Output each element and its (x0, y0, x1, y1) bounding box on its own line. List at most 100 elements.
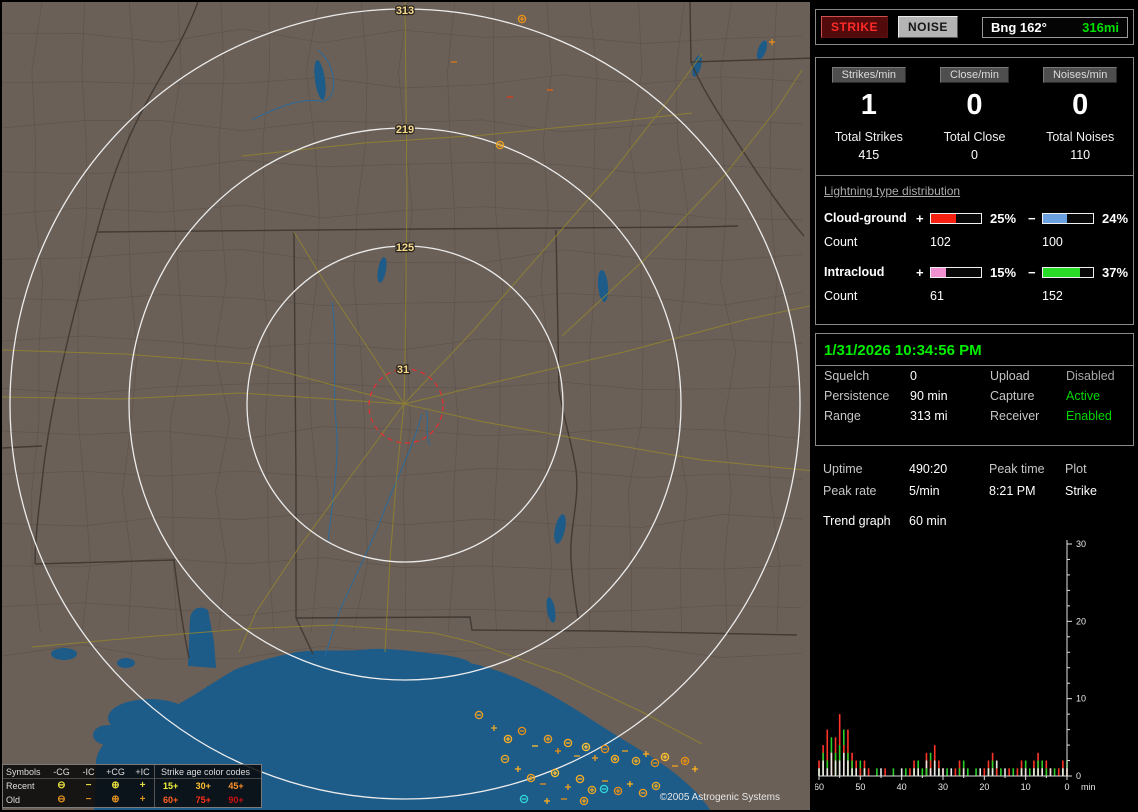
cg-positive-count: 102 (930, 235, 986, 249)
range-value: 313 mi (910, 409, 990, 423)
legend-old-label: Old (6, 795, 48, 805)
range-label: Range (824, 409, 910, 423)
trend-graph: 01020306050403020100min (815, 536, 1133, 804)
range-ring-label: 219 (396, 124, 414, 136)
legend-age-row-old: 60+ 75+ 90+ (155, 793, 261, 807)
legend-col-pos-ic: +IC (129, 767, 156, 777)
range-ring-label: 313 (396, 5, 414, 17)
legend-old-row: Old ⊖ − ⊕ + (3, 793, 154, 807)
total-close-value: 0 (922, 146, 1028, 164)
legend-age-title: Strike age color codes (155, 765, 261, 779)
map-panel: 313 219 125 31 Symbols -CG -IC +CG +IC R… (0, 0, 812, 812)
peak-time-label: Peak time (989, 462, 1065, 476)
plus-sign: + (916, 265, 930, 280)
noises-per-min-value: 0 (1027, 85, 1133, 125)
age-15: 15+ (163, 781, 196, 791)
receiver-value: Enabled (1066, 409, 1125, 423)
map-legend: Symbols -CG -IC +CG +IC Recent ⊖ − ⊕ + O… (2, 764, 262, 808)
strike-toggle-button[interactable]: STRIKE (821, 16, 888, 38)
svg-text:0: 0 (1076, 771, 1081, 781)
svg-text:30: 30 (938, 782, 948, 792)
legend-recent-label: Recent (6, 781, 48, 791)
svg-text:0: 0 (1064, 782, 1069, 792)
age-30: 30+ (196, 781, 229, 791)
uptime-value: 490:20 (909, 462, 989, 476)
total-close-label: Total Close (922, 129, 1028, 146)
noises-per-min-chip[interactable]: Noises/min (1043, 67, 1117, 83)
ic-negative-bar (1042, 267, 1094, 278)
legend-age-row-recent: 15+ 30+ 45+ (155, 779, 261, 793)
cg-positive-pct: 25% (986, 211, 1028, 226)
legend-symbols-title: Symbols (6, 767, 48, 777)
legend-col-neg-cg: -CG (48, 767, 75, 777)
plus-sign: + (916, 211, 930, 226)
noises-column: Noises/min 0 Total Noises 110 (1027, 65, 1133, 164)
bearing-label: Bng 162° (991, 20, 1047, 35)
close-per-min-chip[interactable]: Close/min (940, 67, 1009, 83)
pos-ic-recent-icon: + (129, 781, 156, 791)
bearing-readout: Bng 162° 316mi (982, 17, 1128, 38)
age-90: 90+ (228, 795, 261, 805)
nexstorm-app: 313 219 125 31 Symbols -CG -IC +CG +IC R… (0, 0, 1138, 812)
neg-ic-old-icon: − (75, 795, 102, 805)
receiver-label: Receiver (990, 409, 1066, 423)
svg-text:20: 20 (979, 782, 989, 792)
pos-cg-old-icon: ⊕ (102, 795, 129, 805)
strikes-per-min-value: 1 (816, 85, 922, 125)
cg-negative-bar (1042, 213, 1094, 224)
svg-text:20: 20 (1076, 616, 1086, 626)
svg-text:50: 50 (855, 782, 865, 792)
info-row-uptime: Uptime 490:20 Peak time Plot (815, 458, 1134, 480)
minus-sign: − (1028, 265, 1042, 280)
capture-value: Active (1066, 389, 1125, 403)
map-canvas[interactable]: 313 219 125 31 (2, 2, 810, 810)
range-ring-label: 31 (397, 364, 409, 376)
ic-negative-pct: 37% (1098, 265, 1133, 280)
copyright-text: ©2005 Astrogenic Systems (660, 792, 780, 803)
trend-graph-header: Trend graph 60 min (815, 510, 1134, 532)
cg-negative-pct: 24% (1098, 211, 1133, 226)
age-45: 45+ (228, 781, 261, 791)
neg-cg-recent-icon: ⊖ (48, 781, 75, 791)
legend-age-block: Strike age color codes 15+ 30+ 45+ 60+ 7… (155, 765, 261, 807)
intracloud-row: Intracloud + 15% − 37% (816, 260, 1133, 284)
neg-cg-old-icon: ⊖ (48, 795, 75, 805)
range-ring-label: 125 (396, 242, 414, 254)
status-row-persistence: Persistence 90 min Capture Active (816, 386, 1133, 406)
noise-toggle-button[interactable]: NOISE (898, 16, 958, 38)
clock-timestamp: 1/31/2026 10:34:56 PM (816, 340, 1133, 365)
persistence-value: 90 min (910, 389, 990, 403)
upload-label: Upload (990, 369, 1066, 383)
legend-col-neg-ic: -IC (75, 767, 102, 777)
ic-negative-count: 152 (1042, 289, 1098, 303)
status-row-range: Range 313 mi Receiver Enabled (816, 406, 1133, 426)
pos-cg-recent-icon: ⊕ (102, 781, 129, 791)
section-divider (816, 175, 1133, 176)
svg-text:60: 60 (815, 782, 824, 792)
peak-rate-label: Peak rate (823, 484, 909, 498)
strikes-per-min-chip[interactable]: Strikes/min (832, 67, 906, 83)
minus-sign: − (1028, 211, 1042, 226)
info-section: Uptime 490:20 Peak time Plot Peak rate 5… (815, 458, 1134, 804)
plot-label: Plot (1065, 462, 1126, 476)
close-column: Close/min 0 Total Close 0 (922, 65, 1028, 164)
status-row-squelch: Squelch 0 Upload Disabled (816, 366, 1133, 386)
intracloud-count-row: Count 61 152 (816, 284, 1133, 307)
total-noises-label: Total Noises (1027, 129, 1133, 146)
legend-symbols-header-row: Symbols -CG -IC +CG +IC (3, 765, 154, 779)
pos-ic-old-icon: + (129, 795, 156, 805)
total-strikes-label: Total Strikes (816, 129, 922, 146)
trend-graph-label: Trend graph (823, 514, 909, 528)
info-row-peak-rate: Peak rate 5/min 8:21 PM Strike (815, 480, 1134, 502)
peak-time-value: 8:21 PM (989, 484, 1065, 498)
distribution-title: Lightning type distribution (824, 184, 1133, 198)
persistence-label: Persistence (824, 389, 910, 403)
bearing-range-value: 316mi (1082, 20, 1119, 35)
uptime-label: Uptime (823, 462, 909, 476)
count-label: Count (824, 289, 916, 303)
cg-negative-count: 100 (1042, 235, 1098, 249)
svg-text:min: min (1081, 782, 1096, 792)
ic-positive-pct: 15% (986, 265, 1028, 280)
svg-text:10: 10 (1076, 694, 1086, 704)
capture-label: Capture (990, 389, 1066, 403)
